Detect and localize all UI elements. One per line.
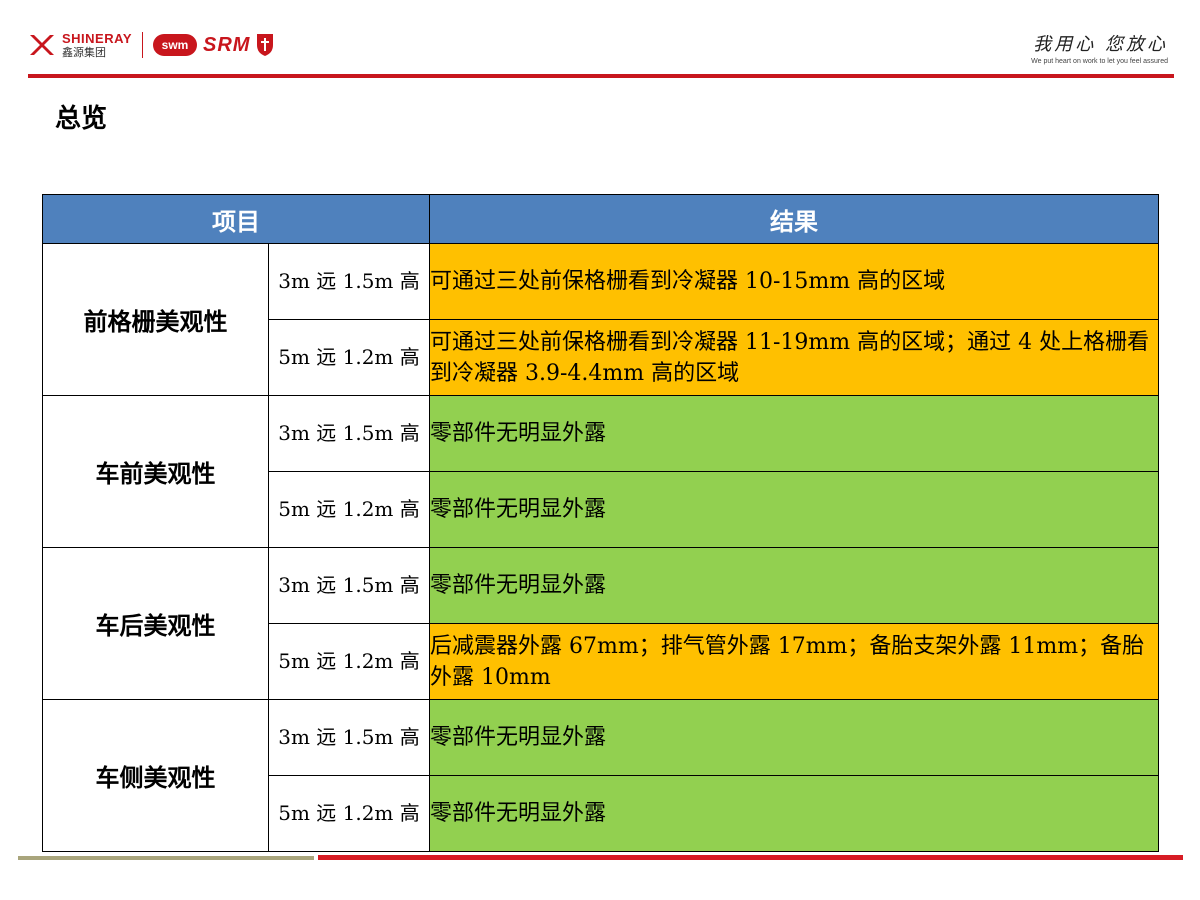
result-cell: 零部件无明显外露 xyxy=(429,547,1159,624)
footer-rule-right xyxy=(318,855,1183,860)
result-cell: 可通过三处前保格栅看到冷凝器 10-15mm 高的区域 xyxy=(429,243,1159,320)
category-cell: 前格栅美观性 xyxy=(42,243,269,396)
swm-logo: swm xyxy=(152,34,197,56)
column-header-item: 项目 xyxy=(42,194,430,244)
distance-cell: 3m 远 1.5m 高 xyxy=(268,395,430,472)
page-title: 总览 xyxy=(55,104,108,134)
distance-cell: 3m 远 1.5m 高 xyxy=(268,243,430,320)
distance-cell: 5m 远 1.2m 高 xyxy=(268,775,430,852)
logo-divider xyxy=(141,32,143,58)
table-body: 前格栅美观性 3m 远 1.5m 高可通过三处前保格栅看到冷凝器 10-15mm … xyxy=(42,243,1159,852)
result-cell: 后减震器外露 67mm；排气管外露 17mm；备胎支架外露 11mm；备胎外露 … xyxy=(429,623,1159,700)
brand-name-cn: 鑫源集团 xyxy=(62,46,106,59)
result-cell: 零部件无明显外露 xyxy=(429,775,1159,852)
shineray-brand: SHINERAY 鑫源集团 xyxy=(62,32,132,58)
summary-table: 项目 结果 前格栅美观性 3m 远 1.5m 高可通过三处前保格栅看到冷凝器 10… xyxy=(42,194,1159,852)
slide-header: SHINERAY 鑫源集团 swm SRM 我用心 您放心 We put hea… xyxy=(0,0,1200,80)
category-cell: 车后美观性 xyxy=(42,547,269,700)
header-divider xyxy=(28,74,1174,78)
shineray-logo-icon xyxy=(30,35,54,55)
slogan: 我用心 您放心 We put heart on work to let you … xyxy=(1031,30,1168,65)
brand-logos: SHINERAY 鑫源集团 swm SRM xyxy=(28,28,274,62)
column-header-result: 结果 xyxy=(429,194,1159,244)
srm-logo: SRM xyxy=(202,33,251,56)
table-row: 前格栅美观性 3m 远 1.5m 高可通过三处前保格栅看到冷凝器 10-15mm … xyxy=(42,243,1159,396)
result-cell: 零部件无明显外露 xyxy=(429,395,1159,472)
slogan-en: We put heart on work to let you feel ass… xyxy=(1031,58,1168,65)
distance-cell: 5m 远 1.2m 高 xyxy=(268,623,430,700)
distance-cell: 3m 远 1.5m 高 xyxy=(268,547,430,624)
result-cell: 零部件无明显外露 xyxy=(429,699,1159,776)
distance-cell: 5m 远 1.2m 高 xyxy=(268,471,430,548)
footer-rule-left xyxy=(18,856,314,860)
table-row: 车前美观性 3m 远 1.5m 高零部件无明显外露 xyxy=(42,395,1159,548)
shield-logo-icon xyxy=(257,34,274,56)
table-row: 车后美观性 3m 远 1.5m 高零部件无明显外露 xyxy=(42,547,1159,700)
brand-name-en: SHINERAY xyxy=(62,31,132,46)
distance-cell: 3m 远 1.5m 高 xyxy=(268,699,430,776)
result-cell: 可通过三处前保格栅看到冷凝器 11-19mm 高的区域；通过 4 处上格栅看到冷… xyxy=(429,319,1159,396)
category-cell: 车侧美观性 xyxy=(42,699,269,852)
distance-cell: 5m 远 1.2m 高 xyxy=(268,319,430,396)
table-row: 车侧美观性 3m 远 1.5m 高零部件无明显外露 xyxy=(42,699,1159,852)
slogan-cn: 我用心 您放心 xyxy=(1033,34,1168,55)
result-cell: 零部件无明显外露 xyxy=(429,471,1159,548)
category-cell: 车前美观性 xyxy=(42,395,269,548)
table-header-row: 项目 结果 xyxy=(42,194,1159,244)
